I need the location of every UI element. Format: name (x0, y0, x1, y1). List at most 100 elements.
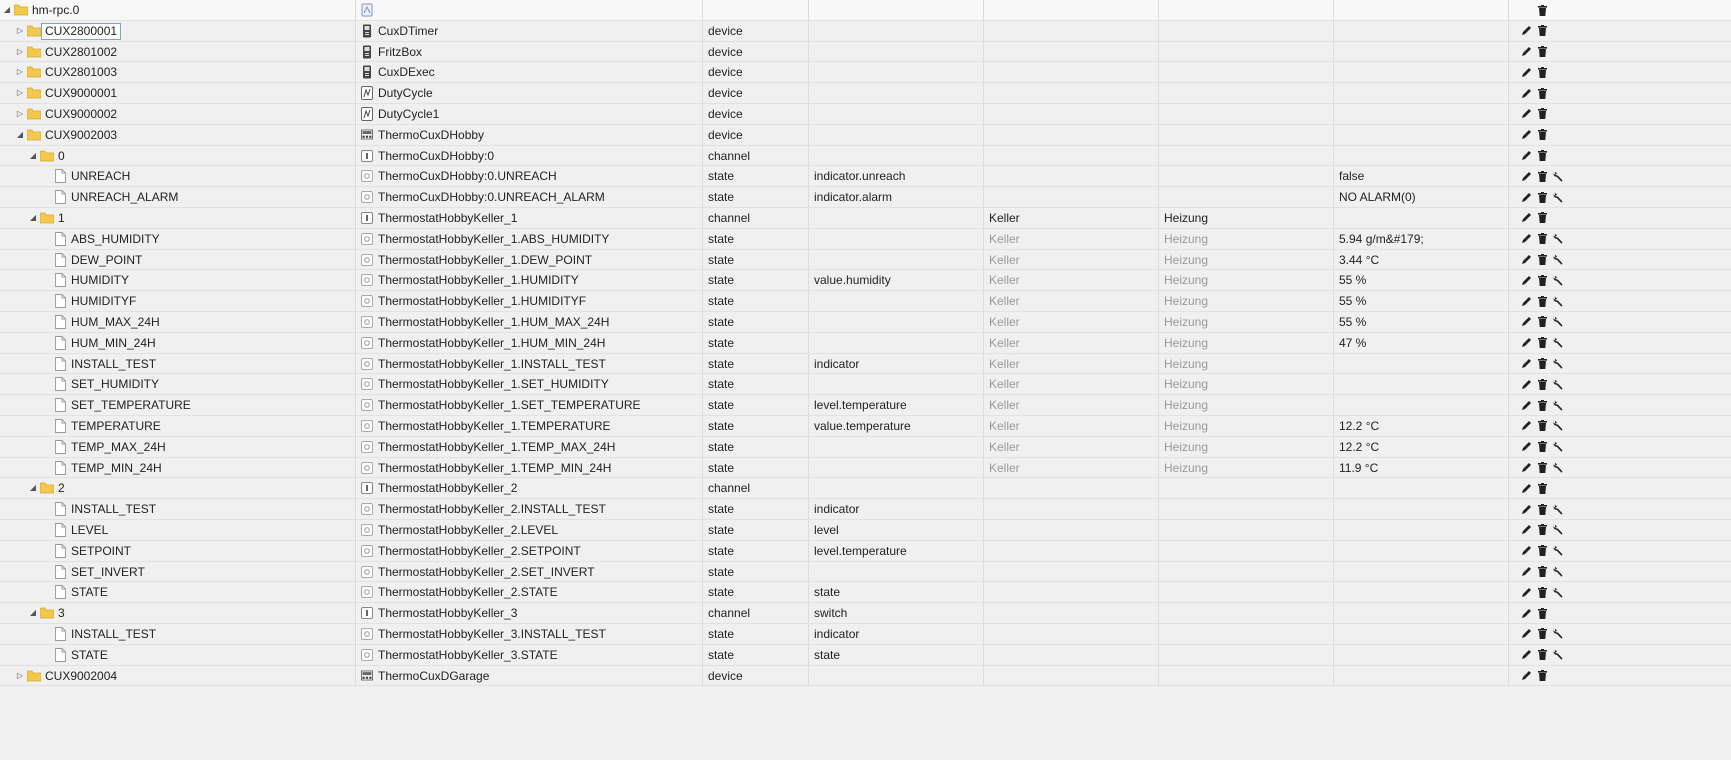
delete-icon[interactable] (1535, 86, 1549, 100)
tree-row[interactable]: ◢ 3 ThermostatHobbyKeller_3 channel switch (0, 603, 1731, 624)
object-id[interactable]: TEMPERATURE (71, 416, 161, 436)
edit-icon[interactable] (1519, 253, 1533, 267)
delete-icon[interactable] (1535, 523, 1549, 537)
tree-row[interactable]: UNREACH_ALARM ThermoCuxDHobby:0.UNREACH_A… (0, 187, 1731, 208)
wrench-icon[interactable] (1551, 523, 1565, 537)
object-id[interactable]: HUMIDITYF (71, 291, 136, 311)
delete-icon[interactable] (1535, 585, 1549, 599)
edit-icon[interactable] (1519, 440, 1533, 454)
edit-icon[interactable] (1519, 294, 1533, 308)
expand-toggle-icon[interactable]: ◢ (28, 603, 38, 623)
wrench-icon[interactable] (1551, 190, 1565, 204)
delete-icon[interactable] (1535, 606, 1549, 620)
object-id[interactable]: SET_HUMIDITY (71, 374, 159, 394)
collapse-toggle-icon[interactable]: ▷ (15, 42, 25, 62)
tree-row[interactable]: ◢ CUX9002003 ThermoCuxDHobby device (0, 124, 1731, 146)
edit-icon[interactable] (1519, 336, 1533, 350)
delete-icon[interactable] (1535, 232, 1549, 246)
wrench-icon[interactable] (1551, 585, 1565, 599)
object-id[interactable]: hm-rpc.0 (32, 0, 79, 20)
expand-toggle-icon[interactable]: ◢ (28, 478, 38, 498)
tree-row[interactable]: ◢ hm-rpc.0 (0, 0, 1731, 21)
object-id[interactable]: STATE (71, 645, 108, 665)
expand-toggle-icon[interactable]: ◢ (2, 0, 12, 20)
wrench-icon[interactable] (1551, 315, 1565, 329)
tree-row[interactable]: SET_HUMIDITY ThermostatHobbyKeller_1.SET_… (0, 374, 1731, 396)
delete-icon[interactable] (1535, 648, 1549, 662)
delete-icon[interactable] (1535, 419, 1549, 433)
object-id[interactable]: 0 (58, 146, 65, 166)
wrench-icon[interactable] (1551, 273, 1565, 287)
delete-icon[interactable] (1535, 273, 1549, 287)
object-id[interactable]: CUX2801003 (45, 62, 117, 82)
delete-icon[interactable] (1535, 565, 1549, 579)
delete-icon[interactable] (1535, 377, 1549, 391)
wrench-icon[interactable] (1551, 377, 1565, 391)
wrench-icon[interactable] (1551, 502, 1565, 516)
object-id[interactable]: CUX9000002 (45, 104, 117, 124)
object-id[interactable]: INSTALL_TEST (71, 499, 156, 519)
tree-row[interactable]: LEVEL ThermostatHobbyKeller_2.LEVEL state l… (0, 519, 1731, 541)
edit-icon[interactable] (1519, 523, 1533, 537)
delete-icon[interactable] (1535, 190, 1549, 204)
tree-row[interactable]: INSTALL_TEST ThermostatHobbyKeller_2.INST… (0, 499, 1731, 520)
collapse-toggle-icon[interactable]: ▷ (15, 21, 25, 41)
delete-icon[interactable] (1535, 357, 1549, 371)
delete-icon[interactable] (1535, 149, 1549, 163)
object-id[interactable]: INSTALL_TEST (71, 624, 156, 644)
delete-icon[interactable] (1535, 544, 1549, 558)
expand-toggle-icon[interactable]: ◢ (15, 125, 25, 145)
object-id[interactable]: STATE (71, 582, 108, 602)
tree-row[interactable]: ▷ CUX2801003 CuxDExec device (0, 62, 1731, 84)
wrench-icon[interactable] (1551, 544, 1565, 558)
delete-icon[interactable] (1535, 3, 1549, 17)
object-id[interactable]: UNREACH (71, 166, 130, 186)
tree-row[interactable]: ◢ 2 ThermostatHobbyKeller_2 channel (0, 478, 1731, 500)
edit-icon[interactable] (1519, 461, 1533, 475)
tree-row[interactable]: TEMP_MAX_24H ThermostatHobbyKeller_1.TEMP… (0, 436, 1731, 458)
edit-icon[interactable] (1519, 627, 1533, 641)
delete-icon[interactable] (1535, 481, 1549, 495)
edit-icon[interactable] (1519, 398, 1533, 412)
object-id[interactable]: UNREACH_ALARM (71, 187, 178, 207)
wrench-icon[interactable] (1551, 294, 1565, 308)
edit-icon[interactable] (1519, 377, 1533, 391)
delete-icon[interactable] (1535, 315, 1549, 329)
wrench-icon[interactable] (1551, 336, 1565, 350)
object-id[interactable]: 3 (58, 603, 65, 623)
delete-icon[interactable] (1535, 169, 1549, 183)
tree-row[interactable]: INSTALL_TEST ThermostatHobbyKeller_1.INST… (0, 353, 1731, 375)
object-id[interactable]: CUX9002003 (45, 125, 117, 145)
delete-icon[interactable] (1535, 627, 1549, 641)
collapse-toggle-icon[interactable]: ▷ (15, 104, 25, 124)
tree-row[interactable]: HUM_MAX_24H ThermostatHobbyKeller_1.HUM_M… (0, 311, 1731, 333)
delete-icon[interactable] (1535, 24, 1549, 38)
wrench-icon[interactable] (1551, 419, 1565, 433)
edit-icon[interactable] (1519, 128, 1533, 142)
wrench-icon[interactable] (1551, 169, 1565, 183)
delete-icon[interactable] (1535, 65, 1549, 79)
wrench-icon[interactable] (1551, 357, 1565, 371)
edit-icon[interactable] (1519, 45, 1533, 59)
object-id[interactable]: CUX9000001 (45, 83, 117, 103)
delete-icon[interactable] (1535, 45, 1549, 59)
wrench-icon[interactable] (1551, 253, 1565, 267)
edit-icon[interactable] (1519, 419, 1533, 433)
expand-toggle-icon[interactable]: ◢ (28, 208, 38, 228)
delete-icon[interactable] (1535, 128, 1549, 142)
edit-icon[interactable] (1519, 606, 1533, 620)
delete-icon[interactable] (1535, 440, 1549, 454)
delete-icon[interactable] (1535, 253, 1549, 267)
edit-icon[interactable] (1519, 481, 1533, 495)
delete-icon[interactable] (1535, 294, 1549, 308)
object-id[interactable]: CUX2800001 (41, 22, 122, 40)
wrench-icon[interactable] (1551, 627, 1565, 641)
wrench-icon[interactable] (1551, 440, 1565, 454)
tree-row[interactable]: DEW_POINT ThermostatHobbyKeller_1.DEW_POI… (0, 249, 1731, 271)
object-id[interactable]: HUM_MIN_24H (71, 333, 156, 353)
collapse-toggle-icon[interactable]: ▷ (15, 666, 25, 686)
edit-icon[interactable] (1519, 211, 1533, 225)
object-id[interactable]: TEMP_MAX_24H (71, 437, 166, 457)
object-id[interactable]: 2 (58, 478, 65, 498)
edit-icon[interactable] (1519, 357, 1533, 371)
